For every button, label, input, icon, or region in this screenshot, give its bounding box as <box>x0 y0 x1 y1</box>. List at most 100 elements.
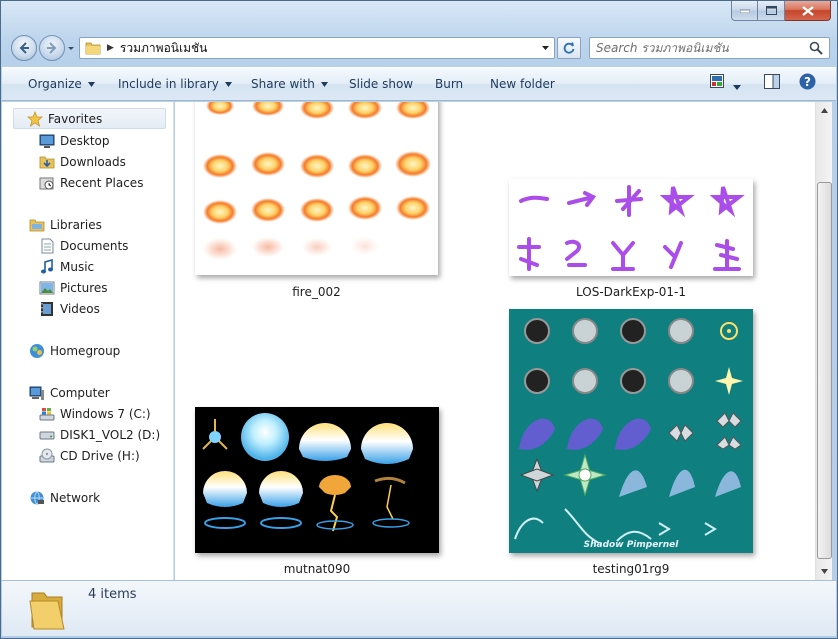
back-button[interactable] <box>11 35 37 61</box>
recent-pages-dropdown-icon[interactable] <box>67 43 75 53</box>
vertical-scrollbar[interactable] <box>815 102 832 580</box>
new-folder-button[interactable]: New folder <box>481 70 564 98</box>
nav-network[interactable]: Network <box>29 487 100 508</box>
nav-drive-c[interactable]: Windows 7 (C:) <box>39 403 151 424</box>
nav-libraries[interactable]: Libraries <box>29 214 102 235</box>
organize-label: Organize <box>28 77 82 91</box>
view-dropdown-button[interactable] <box>733 79 741 93</box>
change-view-button[interactable] <box>710 74 724 91</box>
nav-downloads[interactable]: Downloads <box>39 151 126 172</box>
nav-videos-label: Videos <box>60 301 100 316</box>
nav-downloads-label: Downloads <box>60 154 126 169</box>
item-count: 4 items <box>88 587 137 602</box>
nav-videos[interactable]: Videos <box>39 298 100 319</box>
file-name-fire[interactable]: fire_002 <box>195 285 438 299</box>
nav-network-label: Network <box>50 490 101 505</box>
nav-desktop[interactable]: Desktop <box>39 130 110 151</box>
breadcrumb-separator-icon[interactable]: ▶ <box>107 43 114 53</box>
maximize-button[interactable] <box>758 1 785 21</box>
nav-recent-places[interactable]: Recent Places <box>39 172 143 193</box>
teal-sprites-image: Shadow Pimpernel <box>514 318 743 550</box>
file-thumbnail-dark-exp[interactable] <box>509 179 753 276</box>
nav-homegroup-label: Homegroup <box>50 343 121 358</box>
include-in-library-button[interactable]: Include in library <box>109 70 241 98</box>
nav-drive-h[interactable]: CD Drive (H:) <box>39 445 140 466</box>
file-thumbnail-testing[interactable]: Shadow Pimpernel <box>509 309 753 553</box>
address-dropdown-icon[interactable] <box>541 44 550 52</box>
minimize-button[interactable] <box>731 1 758 21</box>
search-box[interactable] <box>589 37 830 59</box>
new-folder-label: New folder <box>490 77 555 91</box>
nav-drive-d[interactable]: DISK1_VOL2 (D:) <box>39 424 160 445</box>
file-name-dark-exp[interactable]: LOS-DarkExp-01-1 <box>509 285 753 299</box>
watermark-text: Shadow Pimpernel <box>584 540 680 550</box>
command-bar: Organize Include in library Share with S… <box>2 67 836 101</box>
file-thumbnail-mutnat[interactable] <box>195 407 439 553</box>
search-input[interactable] <box>590 41 800 55</box>
slide-show-button[interactable]: Slide show <box>340 70 422 98</box>
navigation-pane: Favorites Desktop Downloads Recent Place… <box>2 102 174 580</box>
purple-runes-sprite-image <box>517 185 745 271</box>
nav-favorites-label: Favorites <box>48 111 103 126</box>
file-name-mutnat[interactable]: mutnat090 <box>195 562 439 576</box>
details-pane: 4 items <box>2 580 836 636</box>
nav-drive-c-label: Windows 7 (C:) <box>60 406 151 421</box>
share-with-button[interactable]: Share with <box>242 70 337 98</box>
star-icon <box>27 110 43 127</box>
help-button[interactable]: ? <box>799 73 816 93</box>
preview-pane-button[interactable] <box>764 74 780 92</box>
svg-text:?: ? <box>804 75 811 89</box>
forward-button[interactable] <box>39 35 65 61</box>
help-icon: ? <box>799 73 816 90</box>
file-name-testing[interactable]: testing01rg9 <box>509 562 753 576</box>
search-icon[interactable] <box>809 41 823 55</box>
forward-arrow-icon <box>47 42 57 54</box>
file-list: fire_002 LOS-DarkExp-01-1 mutnat090 Shad… <box>175 102 815 580</box>
maximize-icon <box>765 6 777 15</box>
nav-documents-label: Documents <box>60 238 129 253</box>
network-icon <box>30 490 44 505</box>
music-note-icon <box>41 258 53 273</box>
fire-sprite-sheet-image <box>203 102 431 260</box>
nav-pictures[interactable]: Pictures <box>39 277 108 298</box>
scroll-down-arrow-icon <box>821 569 828 574</box>
recent-places-icon <box>39 177 54 189</box>
include-in-library-label: Include in library <box>118 77 219 91</box>
file-thumbnail-fire[interactable] <box>195 102 438 275</box>
view-options-icon <box>710 74 724 88</box>
preview-pane-icon <box>764 74 780 89</box>
chevron-down-icon <box>87 81 95 87</box>
nav-homegroup[interactable]: Homegroup <box>29 340 120 361</box>
windows-drive-icon <box>39 407 55 420</box>
scroll-down-button[interactable] <box>816 563 833 580</box>
nav-computer-label: Computer <box>50 385 110 400</box>
nav-documents[interactable]: Documents <box>39 235 128 256</box>
scroll-up-button[interactable] <box>816 102 833 119</box>
cd-drive-icon <box>39 448 55 462</box>
videos-icon <box>41 301 53 316</box>
nav-music[interactable]: Music <box>39 256 94 277</box>
burn-button[interactable]: Burn <box>426 70 472 98</box>
minimize-icon <box>739 9 750 13</box>
close-button[interactable] <box>785 1 831 21</box>
desktop-icon <box>39 134 55 148</box>
computer-icon <box>29 386 44 400</box>
address-bar[interactable]: ▶ รวมภาพอนิเมชัน <box>79 37 555 59</box>
nav-drive-d-label: DISK1_VOL2 (D:) <box>60 427 161 442</box>
scrollbar-thumb[interactable] <box>817 182 832 559</box>
folder-icon <box>29 592 65 630</box>
chevron-down-icon <box>733 85 741 90</box>
explorer-window: ▶ รวมภาพอนิเมชัน Organize Include in lib… <box>0 0 838 639</box>
documents-icon <box>41 238 54 253</box>
organize-button[interactable]: Organize <box>19 70 104 98</box>
homegroup-icon <box>30 343 44 358</box>
folder-icon <box>85 42 101 55</box>
nav-favorites[interactable]: Favorites <box>13 108 166 129</box>
refresh-icon <box>563 42 575 54</box>
caption-buttons <box>731 1 831 21</box>
refresh-button[interactable] <box>557 37 581 59</box>
libraries-icon <box>29 219 45 231</box>
breadcrumb-current-folder[interactable]: รวมภาพอนิเมชัน <box>120 39 207 58</box>
nav-computer[interactable]: Computer <box>29 382 110 403</box>
slide-show-label: Slide show <box>349 77 414 91</box>
